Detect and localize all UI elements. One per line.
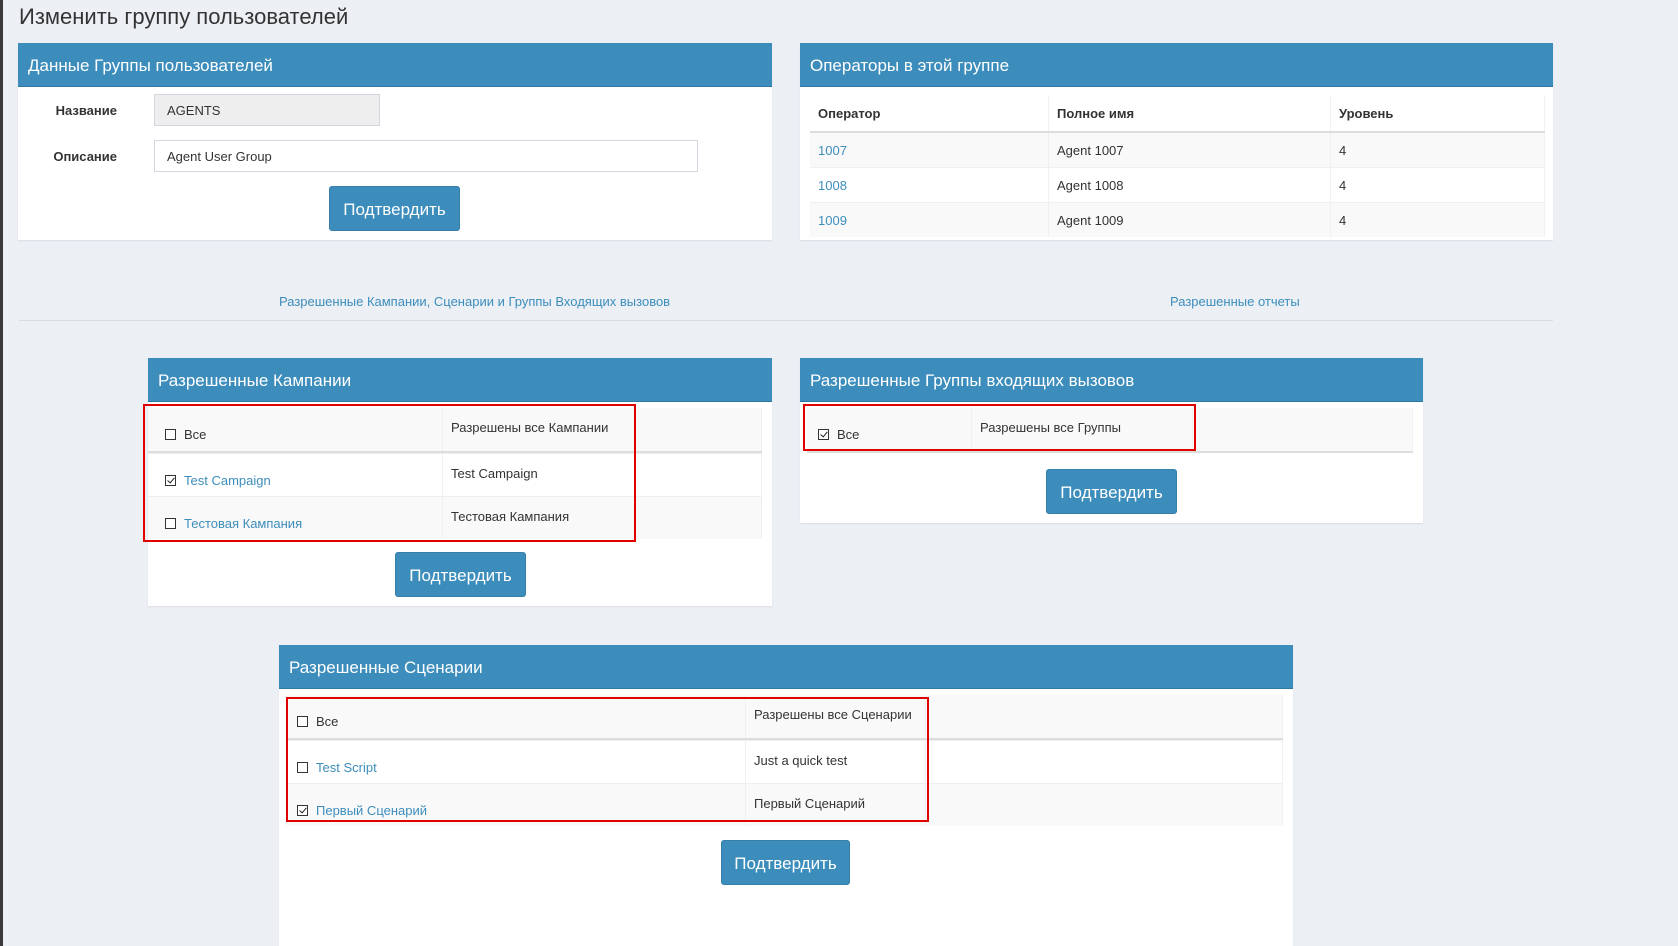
group-data-panel: Данные Группы пользователей Название AGE…	[18, 43, 772, 240]
campaigns-header: Разрешенные Кампании	[148, 358, 772, 402]
column-full-name: Полное имя	[1048, 95, 1331, 133]
operator-level: 4	[1330, 131, 1545, 168]
operator-full-name: Agent 1009	[1048, 202, 1331, 237]
highlight-box	[286, 697, 929, 822]
operator-link[interactable]: 1007	[818, 143, 847, 158]
operators-header: Операторы в этой группе	[800, 43, 1553, 87]
left-border	[0, 0, 3, 946]
tabs-divider	[19, 320, 1553, 321]
table-row: 1009 Agent 1009 4	[810, 202, 1545, 237]
operator-link[interactable]: 1009	[818, 213, 847, 228]
campaigns-submit-button[interactable]: Подтвердить	[395, 552, 526, 597]
ingroups-submit-button[interactable]: Подтвердить	[1046, 469, 1177, 514]
operators-table: Оператор Полное имя Уровень 1007 Agent 1…	[810, 95, 1545, 237]
highlight-box	[803, 404, 1196, 451]
group-submit-button[interactable]: Подтвердить	[329, 186, 460, 231]
highlight-box	[143, 404, 636, 542]
operator-link[interactable]: 1008	[818, 178, 847, 193]
operator-full-name: Agent 1007	[1048, 131, 1331, 168]
name-input[interactable]: AGENTS	[154, 94, 380, 126]
operator-level: 4	[1330, 202, 1545, 237]
name-label: Название	[55, 102, 117, 118]
description-input[interactable]: Agent User Group	[154, 140, 698, 172]
operator-level: 4	[1330, 167, 1545, 203]
table-row: 1008 Agent 1008 4	[810, 167, 1545, 203]
scripts-submit-button[interactable]: Подтвердить	[721, 840, 850, 885]
scripts-header: Разрешенные Сценарии	[279, 645, 1293, 689]
page-title: Изменить группу пользователей	[19, 4, 349, 29]
column-operator: Оператор	[810, 95, 1049, 133]
tab-reports[interactable]: Разрешенные отчеты	[1170, 294, 1300, 309]
name-row: Название AGENTS	[18, 94, 380, 126]
description-row: Описание Agent User Group	[18, 140, 698, 172]
operator-full-name: Agent 1008	[1048, 167, 1331, 203]
operators-panel: Операторы в этой группе Оператор Полное …	[800, 43, 1553, 240]
group-data-header: Данные Группы пользователей	[18, 43, 772, 87]
ingroups-header: Разрешенные Группы входящих вызовов	[800, 358, 1423, 402]
description-label: Описание	[53, 148, 117, 164]
tab-campaigns-scripts-ingroups[interactable]: Разрешенные Кампании, Сценарии и Группы …	[279, 294, 670, 309]
table-row: 1007 Agent 1007 4	[810, 131, 1545, 168]
column-level: Уровень	[1330, 95, 1545, 133]
